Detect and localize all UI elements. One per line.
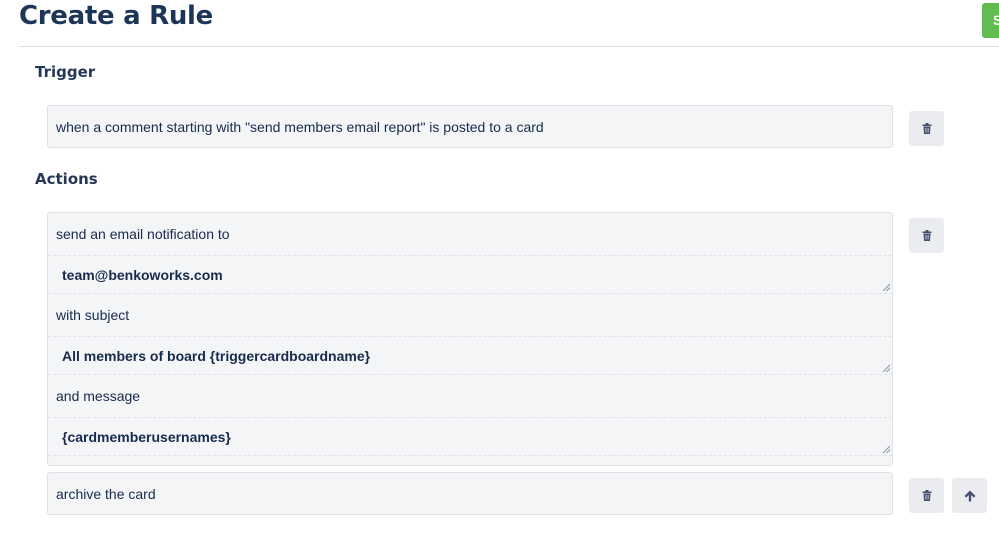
email-action-box: send an email notification to team@benko…: [47, 212, 893, 466]
trigger-text: when a comment starting with "send membe…: [56, 119, 544, 135]
archive-action-text: archive the card: [56, 486, 156, 502]
email-message-label: and message: [56, 388, 141, 404]
trigger-box[interactable]: when a comment starting with "send membe…: [47, 105, 893, 148]
archive-action-box[interactable]: archive the card: [47, 472, 893, 515]
email-to-field[interactable]: team@benkoworks.com: [48, 255, 892, 294]
trash-icon: [922, 230, 931, 241]
save-button[interactable]: Save: [982, 3, 999, 38]
email-subject-label: with subject: [56, 307, 130, 323]
trash-icon: [922, 490, 931, 501]
page-title: Create a Rule: [19, 1, 213, 31]
trigger-heading: Trigger: [35, 63, 96, 81]
email-to-label: send an email notification to: [56, 226, 230, 242]
email-message-field[interactable]: {cardmemberusernames}: [48, 417, 892, 456]
resize-grip-icon[interactable]: [882, 283, 891, 292]
email-subject-field[interactable]: All members of board {triggercardboardna…: [48, 336, 892, 375]
resize-grip-icon[interactable]: [882, 364, 891, 373]
arrow-up-icon: [964, 490, 975, 501]
trash-icon: [922, 123, 931, 134]
header-divider: [19, 46, 999, 47]
delete-trigger-button[interactable]: [909, 111, 944, 146]
resize-grip-icon[interactable]: [882, 445, 891, 454]
delete-email-action-button[interactable]: [909, 218, 944, 253]
actions-heading: Actions: [35, 170, 98, 188]
delete-archive-action-button[interactable]: [909, 478, 944, 513]
move-up-button[interactable]: [952, 478, 987, 513]
